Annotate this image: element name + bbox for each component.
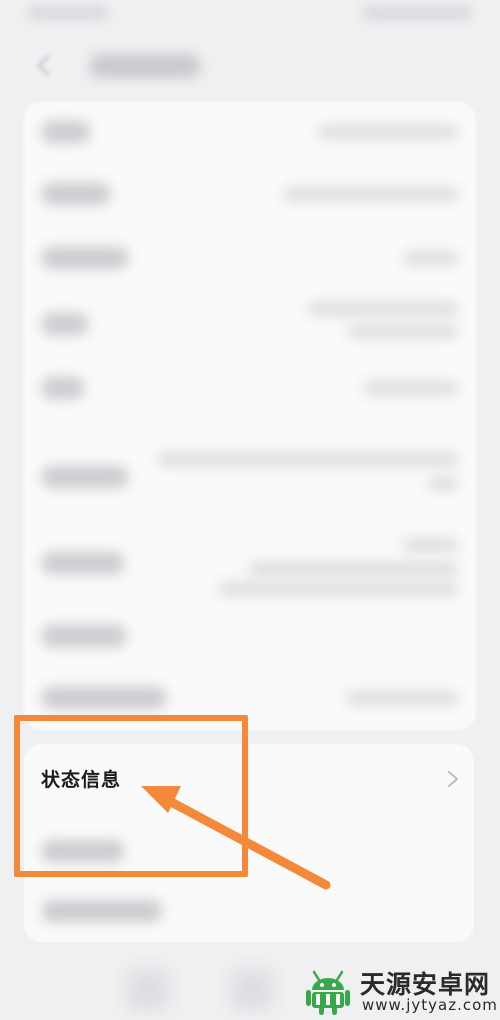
chevron-right-icon: [448, 771, 458, 787]
list-item-label: [42, 900, 162, 922]
list-item[interactable]: [24, 880, 476, 942]
about-phone-screen: 状态信息 天源安卓网 www.jytyaz.com: [0, 0, 500, 1020]
list-item-value: [248, 562, 458, 576]
back-arrow-icon[interactable]: [32, 50, 62, 80]
list-item-label: [42, 121, 90, 143]
list-item[interactable]: [24, 358, 476, 418]
list-item-value: [283, 187, 458, 201]
list-item-label: [42, 466, 128, 488]
nav-button[interactable]: [128, 970, 168, 1010]
page-header: [0, 40, 500, 100]
list-item-label: [42, 625, 126, 647]
list-item-value: [318, 125, 458, 139]
page-title: [90, 54, 200, 78]
list-item-value: [308, 302, 458, 316]
status-bar: [0, 0, 500, 30]
status-bar-time: [28, 6, 108, 20]
list-item[interactable]: [24, 606, 476, 666]
list-item-value: [363, 381, 458, 395]
list-item[interactable]: [24, 432, 476, 520]
watermark-url: www.jytyaz.com: [362, 996, 498, 1014]
list-item-label: [42, 313, 88, 335]
list-item-label: [42, 377, 84, 399]
android-logo-icon: [306, 970, 350, 1015]
list-item[interactable]: [24, 102, 476, 162]
list-item[interactable]: [24, 290, 476, 358]
list-item[interactable]: [24, 226, 476, 290]
info-list-card: [24, 102, 476, 730]
list-item-label: [42, 247, 128, 269]
list-item[interactable]: [24, 520, 476, 606]
nav-button[interactable]: [232, 970, 272, 1010]
list-item-value: [158, 452, 458, 466]
list-item-label: [42, 687, 166, 709]
list-item-value: [218, 582, 458, 596]
highlight-box: [14, 715, 248, 877]
list-item-value: [403, 251, 458, 265]
list-item-label: [42, 183, 110, 205]
list-item-value: [428, 476, 458, 490]
status-bar-icons: [362, 6, 472, 20]
watermark: 天源安卓网 www.jytyaz.com: [296, 962, 500, 1020]
list-item-label: [42, 552, 124, 574]
list-item-value: [403, 538, 458, 552]
list-item-value: [346, 691, 458, 705]
list-item-value: [348, 324, 458, 338]
list-item[interactable]: [24, 162, 476, 226]
